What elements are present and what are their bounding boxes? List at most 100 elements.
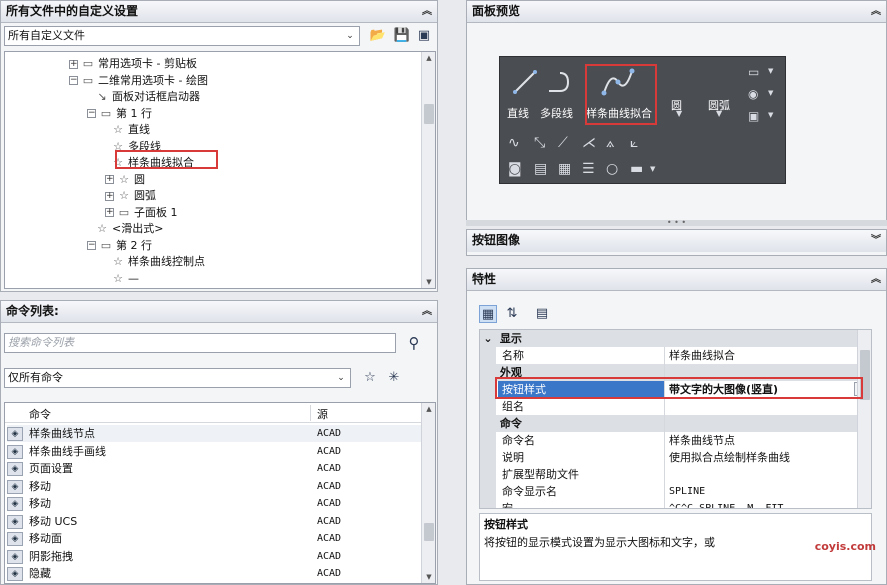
command-list-header: 命令列表: ︽ xyxy=(1,301,437,323)
property-row-description[interactable]: 说明 使用拟合点绘制样条曲线 xyxy=(480,449,871,466)
save-icon[interactable]: 💾 xyxy=(393,27,411,45)
search-icon[interactable]: ⚲ xyxy=(405,334,423,352)
command-row[interactable]: ◈ 样条曲线手画线 ACAD xyxy=(7,443,421,460)
property-value-description[interactable]: 使用拟合点绘制样条曲线 xyxy=(669,449,790,466)
tree-item[interactable]: − ▭ 第 2 行 xyxy=(87,238,152,254)
property-value-cmd-display[interactable]: SPLINE xyxy=(669,483,705,500)
tree-item[interactable]: + ☆ 圆 xyxy=(105,172,145,188)
scroll-down-icon[interactable]: ▼ xyxy=(422,571,435,583)
command-row[interactable]: ◈ 移动 UCS ACAD xyxy=(7,513,421,530)
expand-icon[interactable]: + xyxy=(105,175,114,184)
customization-file-dropdown[interactable]: 所有自定义文件 ⌄ xyxy=(4,26,360,46)
command-row[interactable]: ◈ 页面设置 ACAD xyxy=(7,460,421,477)
property-row-cmd-display[interactable]: 命令显示名 SPLINE xyxy=(480,483,871,500)
tree-item[interactable]: ☆构造线 xyxy=(111,287,161,288)
column-divider[interactable] xyxy=(310,405,311,421)
property-pages-icon[interactable]: ▤ xyxy=(533,305,551,323)
command-search-input[interactable]: 搜索命令列表 xyxy=(4,333,396,353)
collapse-icon[interactable]: − xyxy=(87,109,96,118)
star-icon: ☆ xyxy=(113,255,123,268)
property-row-command-name[interactable]: 命令名 样条曲线节点 xyxy=(480,432,871,449)
tree-item-label: 常用选项卡 - 剪贴板 xyxy=(98,57,197,70)
tree-item[interactable]: ↘ 面板对话框启动器 xyxy=(95,89,200,105)
rectangle-icon: ▭ xyxy=(748,65,760,79)
scroll-up-icon[interactable]: ▲ xyxy=(422,403,435,415)
command-row[interactable]: ◈ 移动面 ACAD xyxy=(7,530,421,547)
region-icon: ⟑ xyxy=(606,135,615,151)
donut-icon: ○ xyxy=(606,161,619,177)
command-source: ACAD xyxy=(317,515,342,527)
splitter-handle[interactable]: • • • xyxy=(466,219,887,227)
line-icon xyxy=(510,69,540,99)
transfer-icon[interactable]: ▣ xyxy=(415,27,433,45)
column-command-header[interactable]: 命令 xyxy=(29,406,51,422)
command-filter-value: 仅所有命令 xyxy=(8,371,63,384)
tree-item[interactable]: ☆ — xyxy=(111,271,139,287)
expand-chevron-icon[interactable]: ︾ xyxy=(871,230,881,251)
categorized-icon[interactable]: ▦ xyxy=(479,305,497,323)
command-scrollbar[interactable]: ▲ ▼ xyxy=(421,403,435,583)
watermark-text: coyis.com xyxy=(814,540,876,553)
star-icon: ☆ xyxy=(113,123,123,136)
property-row-group[interactable]: 组名 xyxy=(480,398,871,415)
section-command[interactable]: ⌄ 命令 xyxy=(480,415,871,432)
command-list-title: 命令列表: xyxy=(6,304,59,318)
collapse-icon[interactable]: − xyxy=(87,241,96,250)
column-source-header[interactable]: 源 xyxy=(317,406,328,422)
scroll-down-icon[interactable]: ▼ xyxy=(422,276,435,288)
tree-item[interactable]: + ▭ 子面板 1 xyxy=(105,205,178,221)
expand-icon[interactable]: + xyxy=(105,208,114,217)
property-value-command-name[interactable]: 样条曲线节点 xyxy=(669,432,735,449)
section-display[interactable]: ⌄ 显示 xyxy=(480,330,871,347)
properties-scrollbar[interactable] xyxy=(857,330,871,508)
tree-item[interactable]: + ☆ 圆弧 xyxy=(105,188,156,204)
property-value-name[interactable]: 样条曲线拟合 xyxy=(669,347,735,364)
collapse-section-icon[interactable]: ⌄ xyxy=(480,330,496,347)
expand-icon[interactable]: + xyxy=(105,191,114,201)
tree-item[interactable]: ☆ 直线 xyxy=(111,122,150,138)
tree-item[interactable]: − ▭ 第 1 行 xyxy=(87,106,152,122)
property-value-macro[interactable]: ^C^C_SPLINE _M _FIT xyxy=(669,500,783,508)
collapse-chevron-icon[interactable]: ︽ xyxy=(871,1,881,22)
tree-item-label: — xyxy=(128,271,139,285)
command-name: 移动 xyxy=(29,479,51,493)
more-icon: ▬ xyxy=(630,161,644,177)
star-icon: ☆ xyxy=(113,271,123,285)
preview-selection-highlight xyxy=(585,64,657,125)
command-name: 样条曲线手画线 xyxy=(29,444,106,458)
tree-item[interactable]: + ▭ 常用选项卡 - 剪贴板 xyxy=(69,56,197,72)
expand-icon[interactable]: + xyxy=(69,59,78,69)
command-row[interactable]: ◈ 隐藏 ACAD xyxy=(7,565,421,582)
revcloud-icon: ◙ xyxy=(508,161,522,177)
tree-item[interactable]: ☆ 样条曲线控制点 xyxy=(111,254,205,270)
find-command-icon[interactable]: ☆ xyxy=(361,369,379,387)
scroll-up-icon[interactable]: ▲ xyxy=(422,52,435,64)
alphabetical-sort-icon[interactable]: ⇅ xyxy=(503,305,521,323)
dropdown-arrow-icon: ▼ xyxy=(768,67,774,75)
star-icon: ☆ xyxy=(119,189,129,202)
collapse-chevron-icon[interactable]: ︽ xyxy=(871,269,881,290)
tree-scrollbar[interactable]: ▲ ▼ xyxy=(421,52,435,288)
collapse-icon[interactable]: − xyxy=(69,76,78,85)
scroll-thumb[interactable] xyxy=(424,523,434,541)
collapse-chevron-icon[interactable]: ︽ xyxy=(422,301,432,322)
command-row[interactable]: ◈ 移动 ACAD xyxy=(7,495,421,512)
open-file-icon[interactable]: 📂 xyxy=(369,27,387,45)
scroll-thumb[interactable] xyxy=(424,104,434,124)
property-row-name[interactable]: 名称 样条曲线拟合 xyxy=(480,347,871,364)
command-filter-dropdown[interactable]: 仅所有命令 ⌄ xyxy=(4,368,351,388)
collapse-chevron-icon[interactable]: ︽ xyxy=(422,1,432,22)
customization-tree[interactable]: + ▭ 常用选项卡 - 剪贴板 − ▭ 二维常用选项卡 - 绘图 ↘ 面板对话框启动器 − ▭ 第 … xyxy=(4,51,436,289)
property-row-macro[interactable]: 宏 ^C^C_SPLINE _M _FIT xyxy=(480,500,871,508)
new-command-icon[interactable]: ✳ xyxy=(385,369,403,387)
tree-item[interactable]: ☆ <滑出式> xyxy=(95,221,163,237)
command-table[interactable]: 命令 源 ◈ 样条曲线节点 ACAD ◈ 样条曲线手画线 ACAD ◈ 页面设置 ACAD ◈ 移动… xyxy=(4,402,436,584)
customizations-title: 所有文件中的自定义设置 xyxy=(6,4,139,18)
command-row[interactable]: ◈ 移动 ACAD xyxy=(7,478,421,495)
property-row-ext-help[interactable]: 扩展型帮助文件 xyxy=(480,466,871,483)
grid-gutter xyxy=(480,347,496,508)
command-row[interactable]: ◈ 样条曲线节点 ACAD xyxy=(7,425,421,442)
property-help-title: 按钮样式 xyxy=(484,518,528,531)
tree-item[interactable]: − ▭ 二维常用选项卡 - 绘图 xyxy=(69,73,208,89)
command-row[interactable]: ◈ 阴影拖拽 ACAD xyxy=(7,548,421,565)
